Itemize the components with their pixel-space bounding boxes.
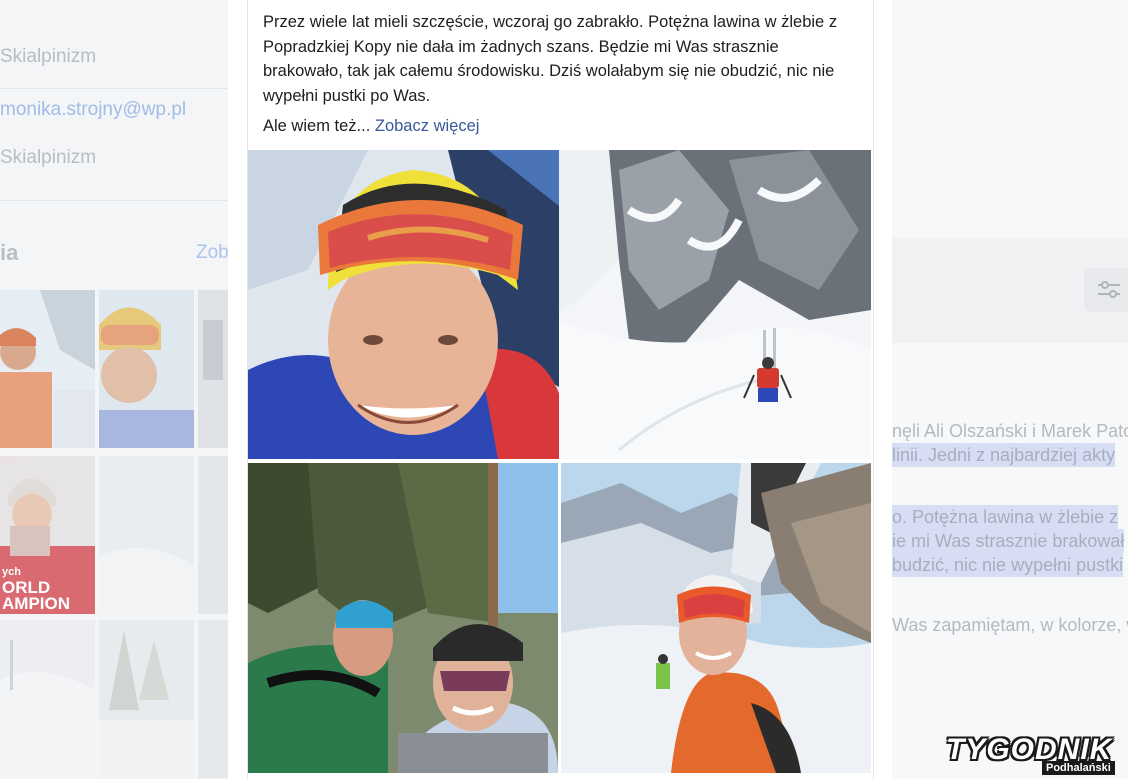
section-heading: ia [0,240,19,265]
divider [0,88,228,89]
thumbnail-year: 026 [2,456,18,466]
photo-thumbnail[interactable] [99,456,194,614]
background-post-text: budzić, nic nie wypełni pustki [892,553,1124,577]
group-name: Skialpinizm [0,46,97,67]
group-name: Skialpinizm [0,147,97,168]
background-post-text: o. Potężna lawina w żlebie z [892,505,1119,529]
background-right-panel: nęli Ali Olszański i Marek Pato linii. J… [892,0,1128,779]
see-all-link[interactable]: Zob [196,242,228,264]
post-photo-selfie-goggles[interactable] [248,150,579,459]
background-post-text: linii. Jedni z najbardziej akty [892,443,1116,467]
watermark-subtitle: Podhalański [1042,761,1115,775]
photo-thumbnail[interactable] [99,290,194,448]
background-post-text: nęli Ali Olszański i Marek Pato [892,421,1128,441]
post-photo-mountain-selfie[interactable] [561,463,871,773]
background-post-text: Was zapamiętam, w kolorze, w [892,615,1128,635]
background-post-text: ie mi Was strasznie brakował [892,529,1125,553]
photo-thumbnail[interactable] [0,290,95,448]
photo-thumbnail[interactable] [198,620,228,778]
photo-thumbnail[interactable] [198,456,228,614]
post-text: Przez wiele lat mieli szczęście, wczoraj… [263,13,838,105]
post-photo-forest-selfie[interactable] [248,463,558,773]
publisher-watermark-logo: TYGODNIK Podhalański [944,733,1128,779]
post-photo-couloir-skier[interactable] [559,150,871,459]
divider [0,200,228,201]
background-left-panel: Skialpinizm monika.strojny@wp.pl Skialpi… [0,0,228,779]
email-link[interactable]: monika.strojny@wp.pl [0,99,228,121]
post-text-continuation: Ale wiem też... [263,117,375,135]
post-more-line: Ale wiem też... Zobacz więcej [263,115,479,137]
photo-thumbnail[interactable]: 026 ych ORLD AMPION [0,456,95,614]
photo-thumbnail[interactable] [99,620,194,778]
post-dialog: Przez wiele lat mieli szczęście, wczoraj… [228,0,892,779]
filter-button[interactable] [1084,268,1128,312]
see-more-link[interactable]: Zobacz więcej [375,117,480,135]
thumbnail-caption: AMPION [2,594,70,613]
photo-thumbnail[interactable] [0,620,95,778]
photo-thumbnail[interactable] [198,290,228,448]
thumbnail-caption: ych [2,566,21,578]
filter-sliders-icon [1098,281,1120,298]
